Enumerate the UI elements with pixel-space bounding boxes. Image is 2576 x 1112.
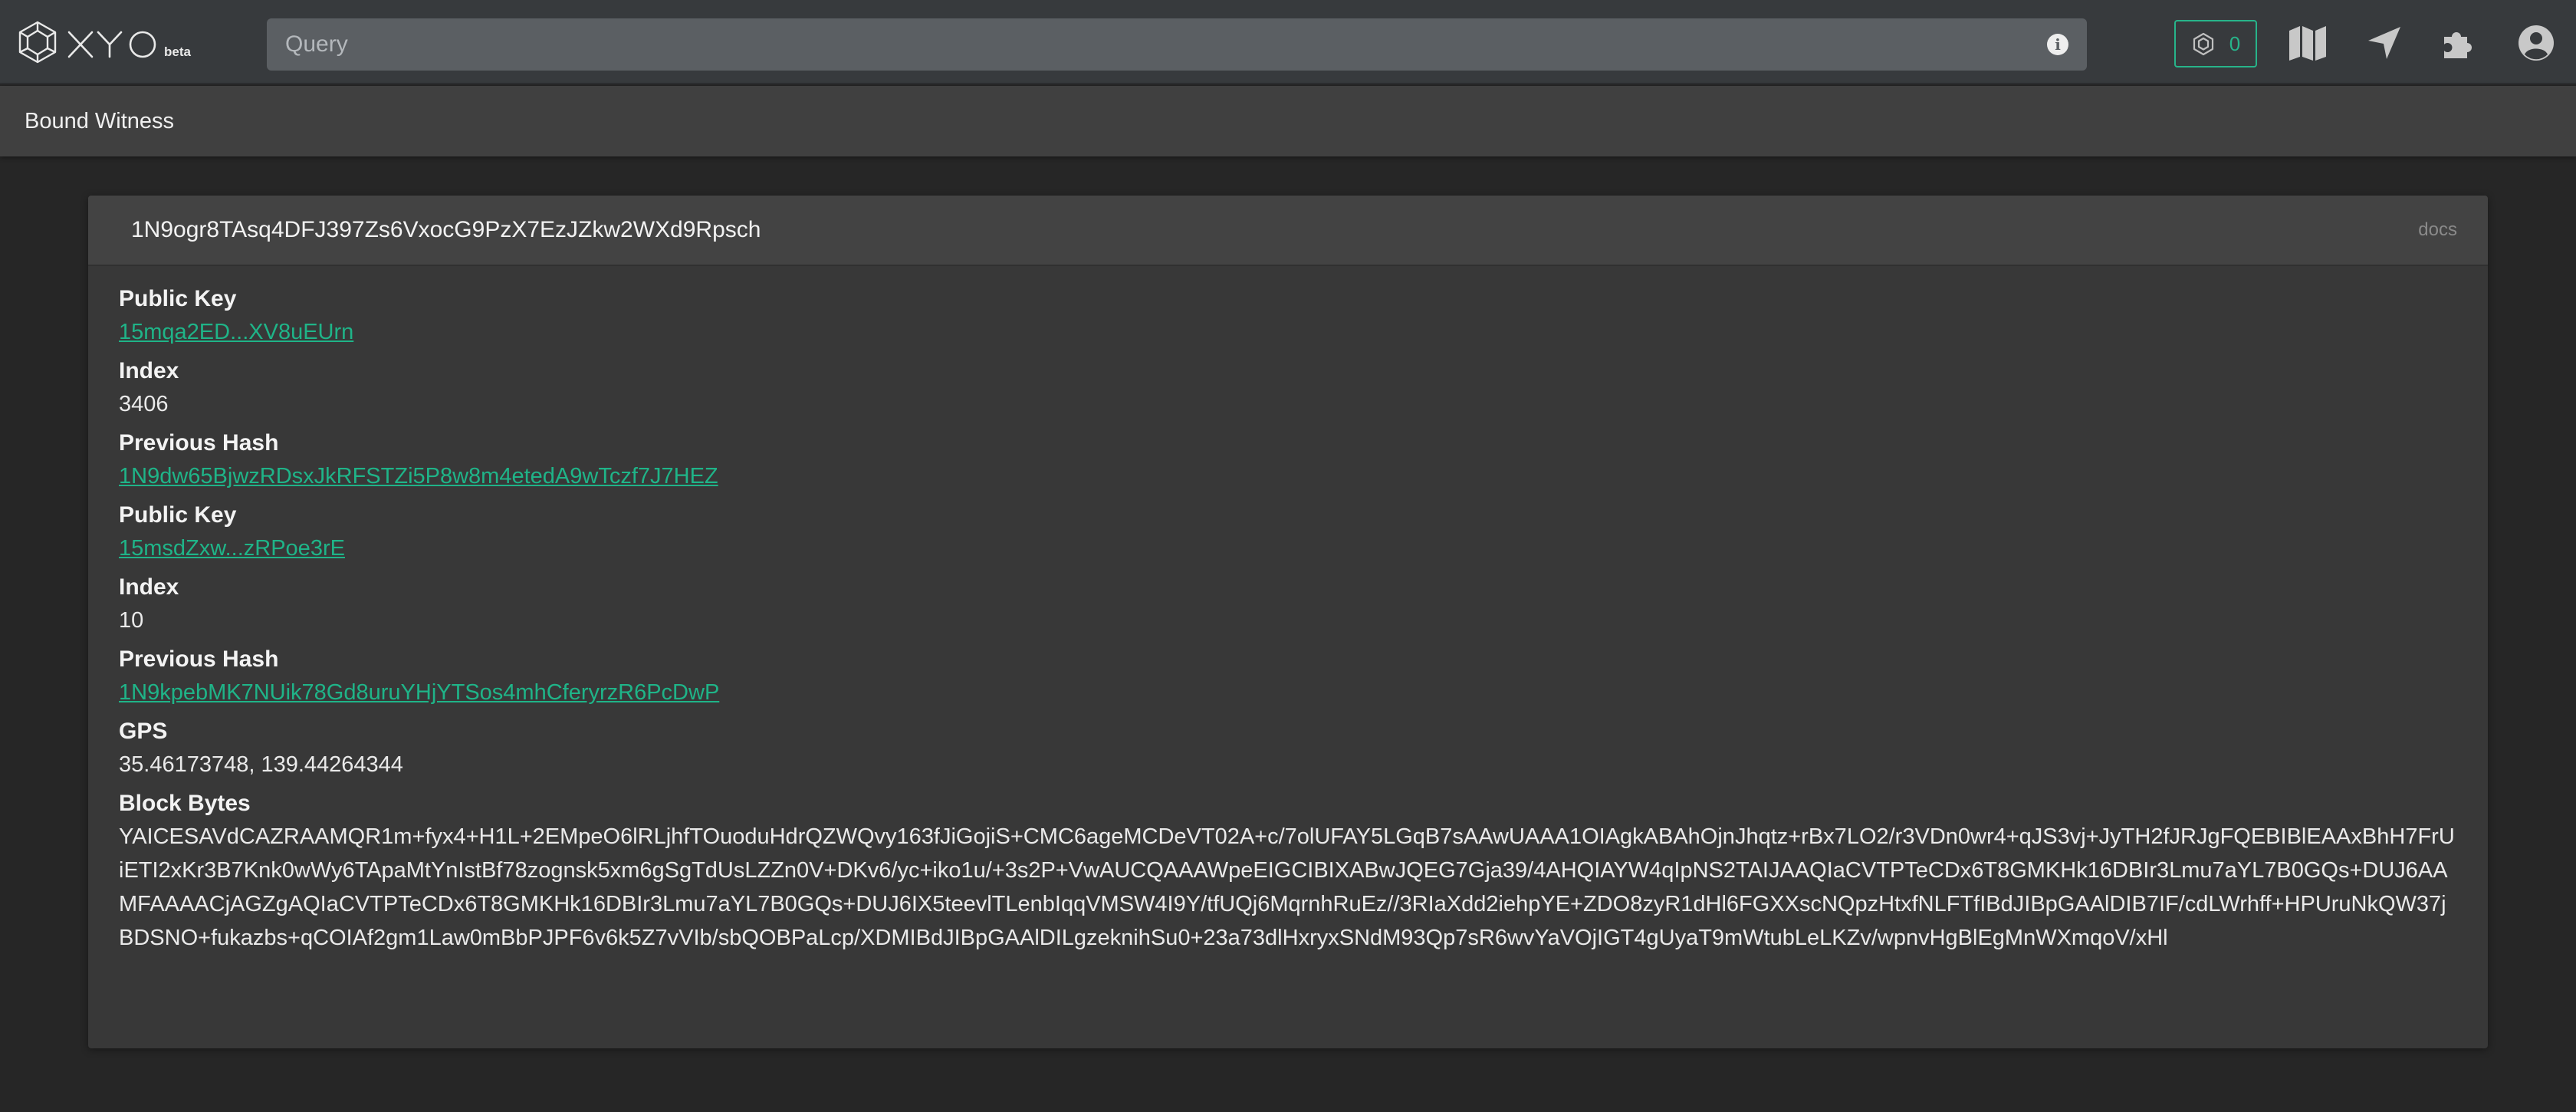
field-label: Index — [119, 358, 179, 383]
peer-count-button[interactable]: 0 — [2174, 20, 2257, 67]
page-header: Bound Witness — [0, 86, 2576, 156]
field-public-key-2: Public Key 15msdZxw...zRPoe3rE — [119, 499, 2457, 565]
puzzle-icon — [2444, 32, 2472, 58]
card-body: Public Key 15mqa2ED...XV8uEUrn Index 340… — [88, 266, 2488, 955]
user-icon — [2518, 25, 2554, 61]
map-icon — [2289, 26, 2326, 61]
field-previous-hash-1: Previous Hash 1N9dw65BjwzRDsxJkRFSTZi5P8… — [119, 427, 2457, 493]
field-label: GPS — [119, 719, 168, 744]
field-value: 10 — [119, 608, 144, 633]
beta-label: beta — [164, 44, 191, 59]
xyo-logo-mark-icon — [18, 21, 57, 64]
field-label: Public Key — [119, 502, 237, 528]
map-button[interactable] — [2286, 21, 2329, 64]
info-icon[interactable]: i — [2047, 34, 2068, 55]
peer-count: 0 — [2229, 31, 2241, 55]
field-public-key-1: Public Key 15mqa2ED...XV8uEUrn — [119, 283, 2457, 349]
block-bytes-value: YAICESAVdCAZRAAMQR1m+fyx4+H1L+2EMpeO6lRL… — [119, 824, 2455, 950]
top-navbar: beta i 0 — [0, 0, 2576, 84]
field-label: Index — [119, 574, 179, 600]
xyo-wordmark-icon — [67, 31, 156, 58]
field-previous-hash-2: Previous Hash 1N9kpebMK7NUik78Gd8uruYHjY… — [119, 643, 2457, 709]
location-button[interactable] — [2363, 21, 2406, 64]
field-label: Previous Hash — [119, 430, 279, 456]
card-header: 1N9ogr8TAsq4DFJ397Zs6VxocG9PzX7EzJZkw2WX… — [88, 196, 2488, 266]
docs-link[interactable]: docs — [2418, 219, 2457, 241]
field-value: 3406 — [119, 392, 169, 416]
account-button[interactable] — [2515, 21, 2558, 64]
field-label: Public Key — [119, 286, 237, 311]
public-key-link[interactable]: 15mqa2ED...XV8uEUrn — [119, 320, 353, 344]
field-index-2: Index 10 — [119, 571, 2457, 637]
previous-hash-link[interactable]: 1N9kpebMK7NUik78Gd8uruYHjYTSos4mhCferyrz… — [119, 680, 719, 705]
field-block-bytes: Block Bytes YAICESAVdCAZRAAMQR1m+fyx4+H1… — [119, 788, 2457, 955]
search-bar[interactable]: i — [267, 18, 2087, 71]
field-index-1: Index 3406 — [119, 355, 2457, 421]
field-gps: GPS 35.46173748, 139.44264344 — [119, 716, 2457, 781]
xyo-logo[interactable]: beta — [15, 21, 191, 64]
gps-value: 35.46173748, 139.44264344 — [119, 752, 403, 777]
page-title: Bound Witness — [25, 108, 175, 133]
field-label: Block Bytes — [119, 791, 251, 816]
field-label: Previous Hash — [119, 646, 279, 672]
previous-hash-link[interactable]: 1N9dw65BjwzRDsxJkRFSTZi5P8w8m4etedA9wTcz… — [119, 464, 718, 489]
bound-witness-card: 1N9ogr8TAsq4DFJ397Zs6VxocG9PzX7EzJZkw2WX… — [88, 196, 2488, 1048]
plugins-button[interactable] — [2438, 21, 2481, 64]
bound-witness-hash: 1N9ogr8TAsq4DFJ397Zs6VxocG9PzX7EzJZkw2WX… — [131, 217, 761, 242]
search-input[interactable] — [285, 31, 2047, 58]
network-icon — [2193, 32, 2213, 56]
public-key-link[interactable]: 15msdZxw...zRPoe3rE — [119, 536, 345, 561]
location-arrow-icon — [2368, 27, 2400, 59]
